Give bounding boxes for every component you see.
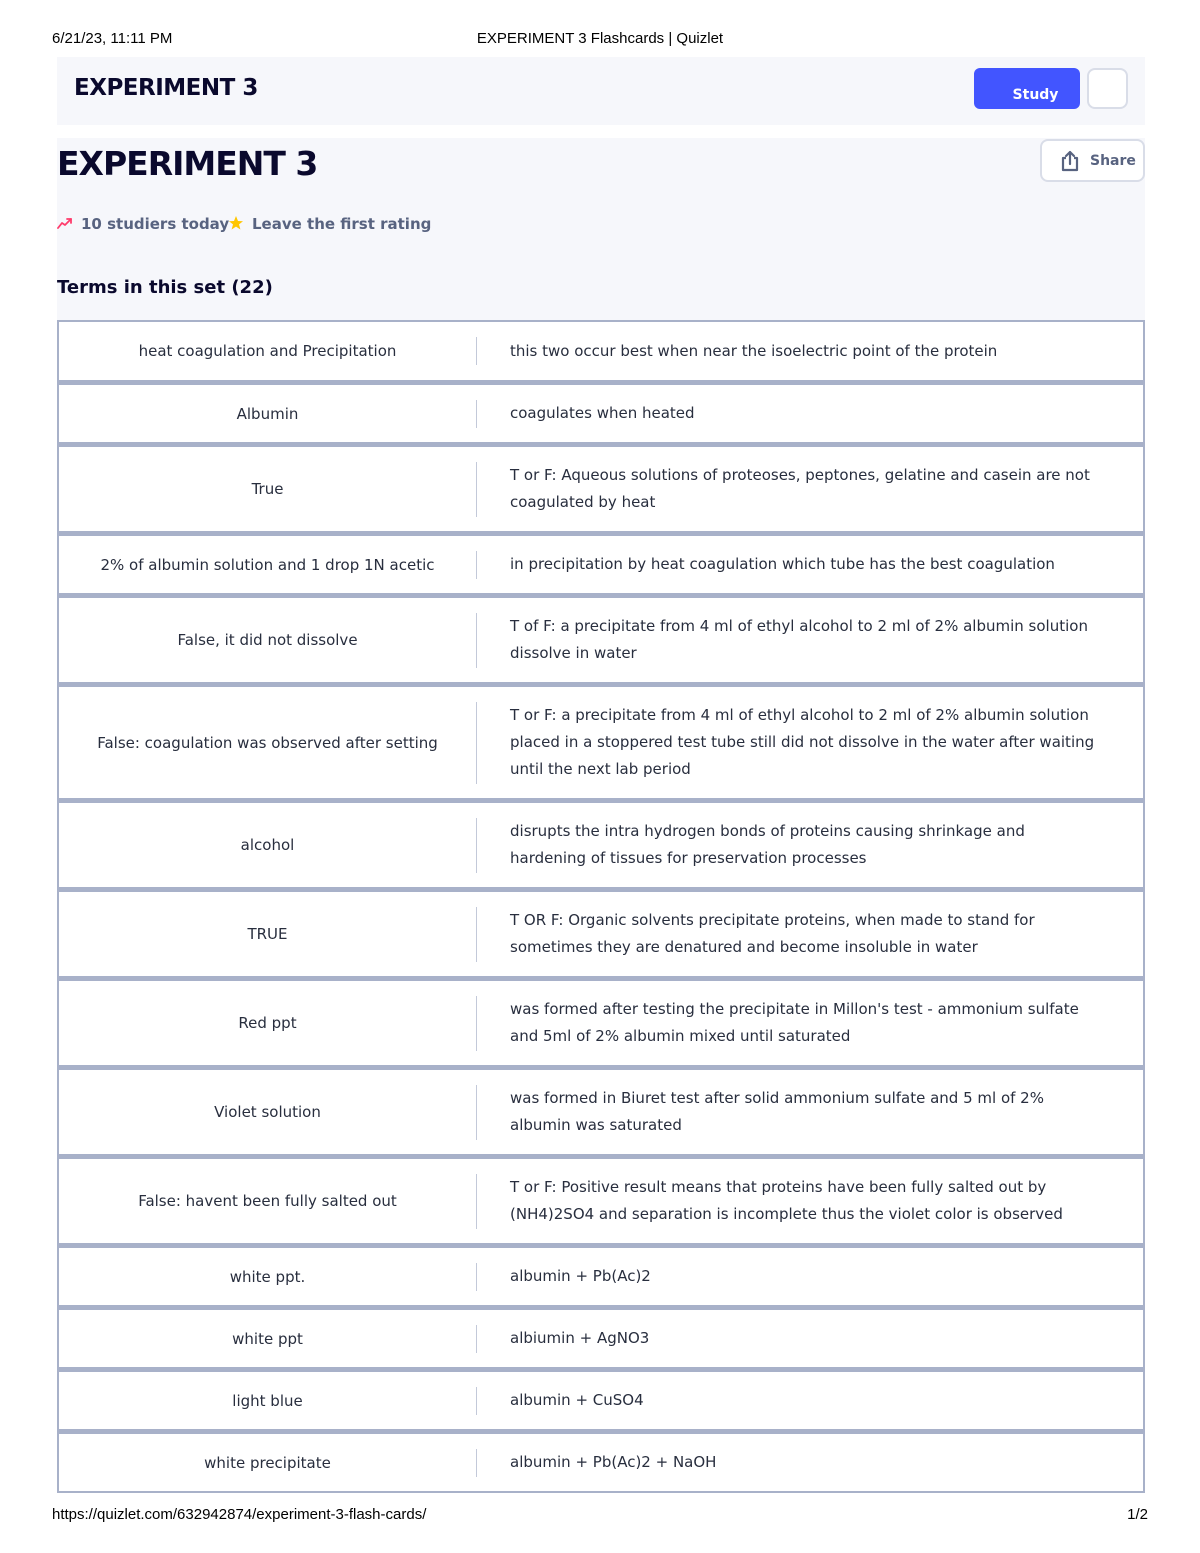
print-url: https://quizlet.com/632942874/experiment… [52, 1506, 427, 1523]
term-row[interactable]: 2% of albumin solution and 1 drop 1N ace… [57, 533, 1145, 595]
share-button[interactable]: Share [1040, 139, 1145, 182]
term-row[interactable]: Red ppt was formed after testing the prec… [57, 978, 1145, 1067]
print-footer: https://quizlet.com/632942874/experiment… [0, 1506, 1200, 1526]
print-document-title: EXPERIMENT 3 Flashcards | Quizlet [476, 30, 724, 47]
term-text: False, it did not dissolve [177, 631, 358, 649]
term-text: TRUE [247, 925, 288, 943]
definition-text: was formed after testing the precipitate… [510, 1000, 1079, 1045]
term-row[interactable]: white precipitate albumin + Pb(Ac)2 + NaO… [57, 1431, 1145, 1493]
definition-text: T OR F: Organic solvents precipitate pro… [510, 911, 1035, 956]
term-row[interactable]: TRUE T OR F: Organic solvents precipitate… [57, 889, 1145, 978]
definition-text: T or F: Positive result means that prote… [510, 1178, 1063, 1223]
definition-text: albiumin + AgNO3 [510, 1329, 650, 1347]
term-text: white ppt. [229, 1267, 306, 1286]
term-row[interactable]: white ppt. albumin + Pb(Ac)2 [57, 1245, 1145, 1307]
term-row[interactable]: light blue albumin + CuSO4 [57, 1369, 1145, 1431]
term-row[interactable]: False: coagulation was observed after se… [57, 684, 1145, 800]
studiers-count: 10 studiers today [81, 215, 230, 233]
definition-text: coagulates when heated [510, 404, 695, 422]
term-text: Albumin [236, 404, 299, 423]
page-title: EXPERIMENT 3 [57, 144, 318, 183]
definition-text: this two occur best when near the isoele… [510, 341, 998, 360]
definition-text: T of F: a precipitate from 4 ml of ethyl… [510, 617, 1088, 662]
leave-rating-link[interactable]: Leave the first rating [252, 215, 431, 233]
definition-text: albumin + Pb(Ac)2 [510, 1267, 651, 1285]
star-icon [229, 216, 243, 230]
print-page-number: 1/2 [1127, 1506, 1148, 1523]
term-row[interactable]: False, it did not dissolve T of F: a prec… [57, 595, 1145, 684]
definition-text: albumin + CuSO4 [510, 1391, 644, 1409]
term-row[interactable]: heat coagulation and Precipitation this t… [57, 320, 1145, 382]
term-row[interactable]: False: havent been fully salted out T or … [57, 1156, 1145, 1245]
term-row[interactable]: True T or F: Aqueous solutions of proteos… [57, 444, 1145, 533]
term-text: True [251, 480, 284, 498]
term-text: heat coagulation and Precipitation [138, 342, 397, 360]
term-text: alcohol [240, 836, 295, 854]
term-text: white precipitate [204, 1453, 331, 1472]
terms-heading: Terms in this set (22) [57, 277, 273, 298]
definition-text: T or F: Aqueous solutions of proteoses, … [510, 466, 1090, 511]
trending-up-icon [57, 218, 72, 229]
term-text: Red ppt [238, 1014, 297, 1032]
term-row[interactable]: white ppt albiumin + AgNO3 [57, 1307, 1145, 1369]
print-header: 6/21/23, 11:11 PM EXPERIMENT 3 Flashcard… [0, 28, 1200, 50]
term-text: False: coagulation was observed after se… [97, 733, 438, 752]
term-text: light blue [232, 1391, 303, 1410]
definition-text: albumin + Pb(Ac)2 + NaOH [510, 1453, 717, 1471]
share-icon [1061, 150, 1079, 172]
term-row[interactable]: Violet solution was formed in Biuret test… [57, 1067, 1145, 1156]
definition-text: T or F: a precipitate from 4 ml of ethyl… [510, 706, 1095, 778]
options-button[interactable] [1087, 68, 1128, 109]
definition-text: in precipitation by heat coagulation whi… [510, 555, 1055, 573]
sticky-header: EXPERIMENT 3 Study [57, 57, 1145, 125]
share-label: Share [1090, 153, 1136, 169]
term-text: white ppt [232, 1329, 303, 1348]
term-row[interactable]: alcohol disrupts the intra hydrogen bonds… [57, 800, 1145, 889]
term-text: False: havent been fully salted out [138, 1192, 397, 1210]
term-text: Violet solution [214, 1103, 321, 1121]
term-row[interactable]: Albumin coagulates when heated [57, 382, 1145, 444]
study-button[interactable]: Study [974, 68, 1080, 109]
term-text: 2% of albumin solution and 1 drop 1N ace… [100, 555, 435, 574]
definition-text: was formed in Biuret test after solid am… [510, 1089, 1044, 1134]
header-set-title: EXPERIMENT 3 [74, 75, 258, 101]
definition-text: disrupts the intra hydrogen bonds of pro… [510, 822, 1025, 867]
terms-list: heat coagulation and Precipitation this t… [57, 320, 1145, 1493]
